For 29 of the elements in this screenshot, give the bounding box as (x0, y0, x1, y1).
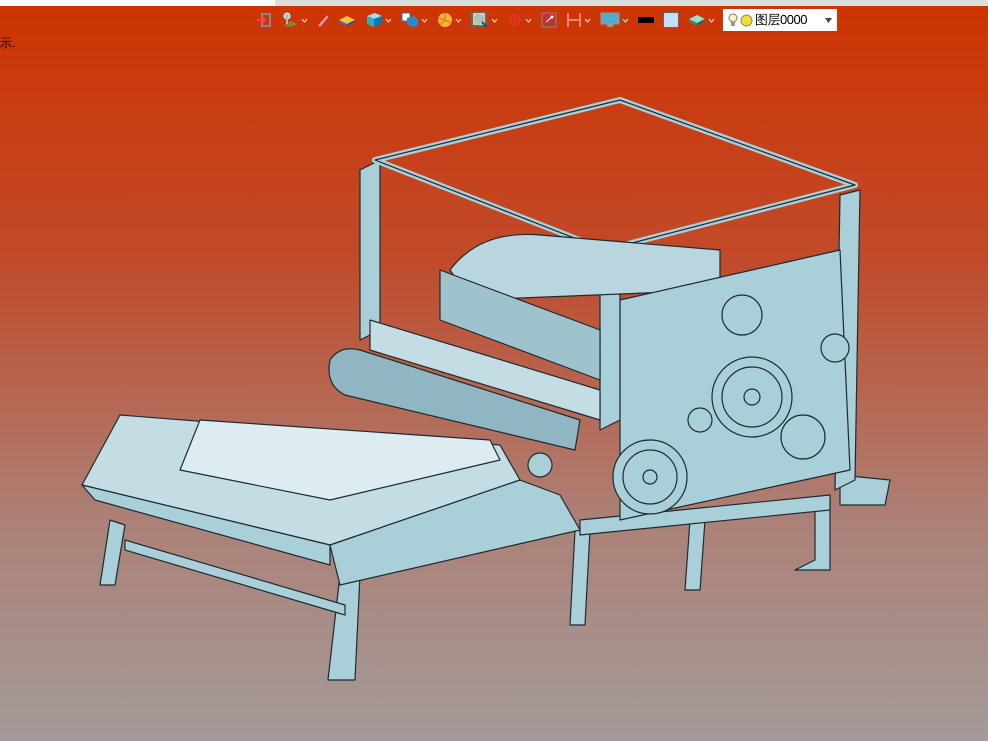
caret-icon (584, 18, 591, 22)
line-color-icon (638, 17, 654, 23)
zoom-frame-icon (471, 11, 489, 29)
caret-icon (455, 18, 462, 22)
cube-icon (365, 12, 383, 28)
caret-icon (525, 18, 532, 22)
caret-icon (622, 18, 629, 22)
toolbar-button[interactable] (662, 9, 680, 31)
cube-view-icon (401, 12, 419, 28)
circle-icon (740, 14, 753, 26)
caret-icon (421, 18, 428, 22)
caret-icon (708, 18, 715, 22)
pin-tool-icon (281, 12, 299, 28)
caret-icon (491, 18, 498, 22)
caret-icon (301, 18, 308, 22)
stack-icon (688, 13, 706, 27)
crosshair-icon (507, 12, 523, 28)
exit-icon (256, 12, 272, 28)
layer-dropdown[interactable]: 图层0000 (723, 9, 837, 31)
pie-icon (437, 12, 453, 28)
layered-block-icon (338, 13, 356, 27)
monitor-icon (600, 12, 620, 28)
viewport-hint: 示. (0, 36, 16, 50)
frame-icon (541, 12, 557, 28)
caret-icon (825, 18, 832, 22)
caret-icon (385, 18, 392, 22)
pencil-icon (317, 13, 329, 27)
fill-color-icon (663, 12, 679, 28)
dimension-icon (566, 12, 582, 28)
